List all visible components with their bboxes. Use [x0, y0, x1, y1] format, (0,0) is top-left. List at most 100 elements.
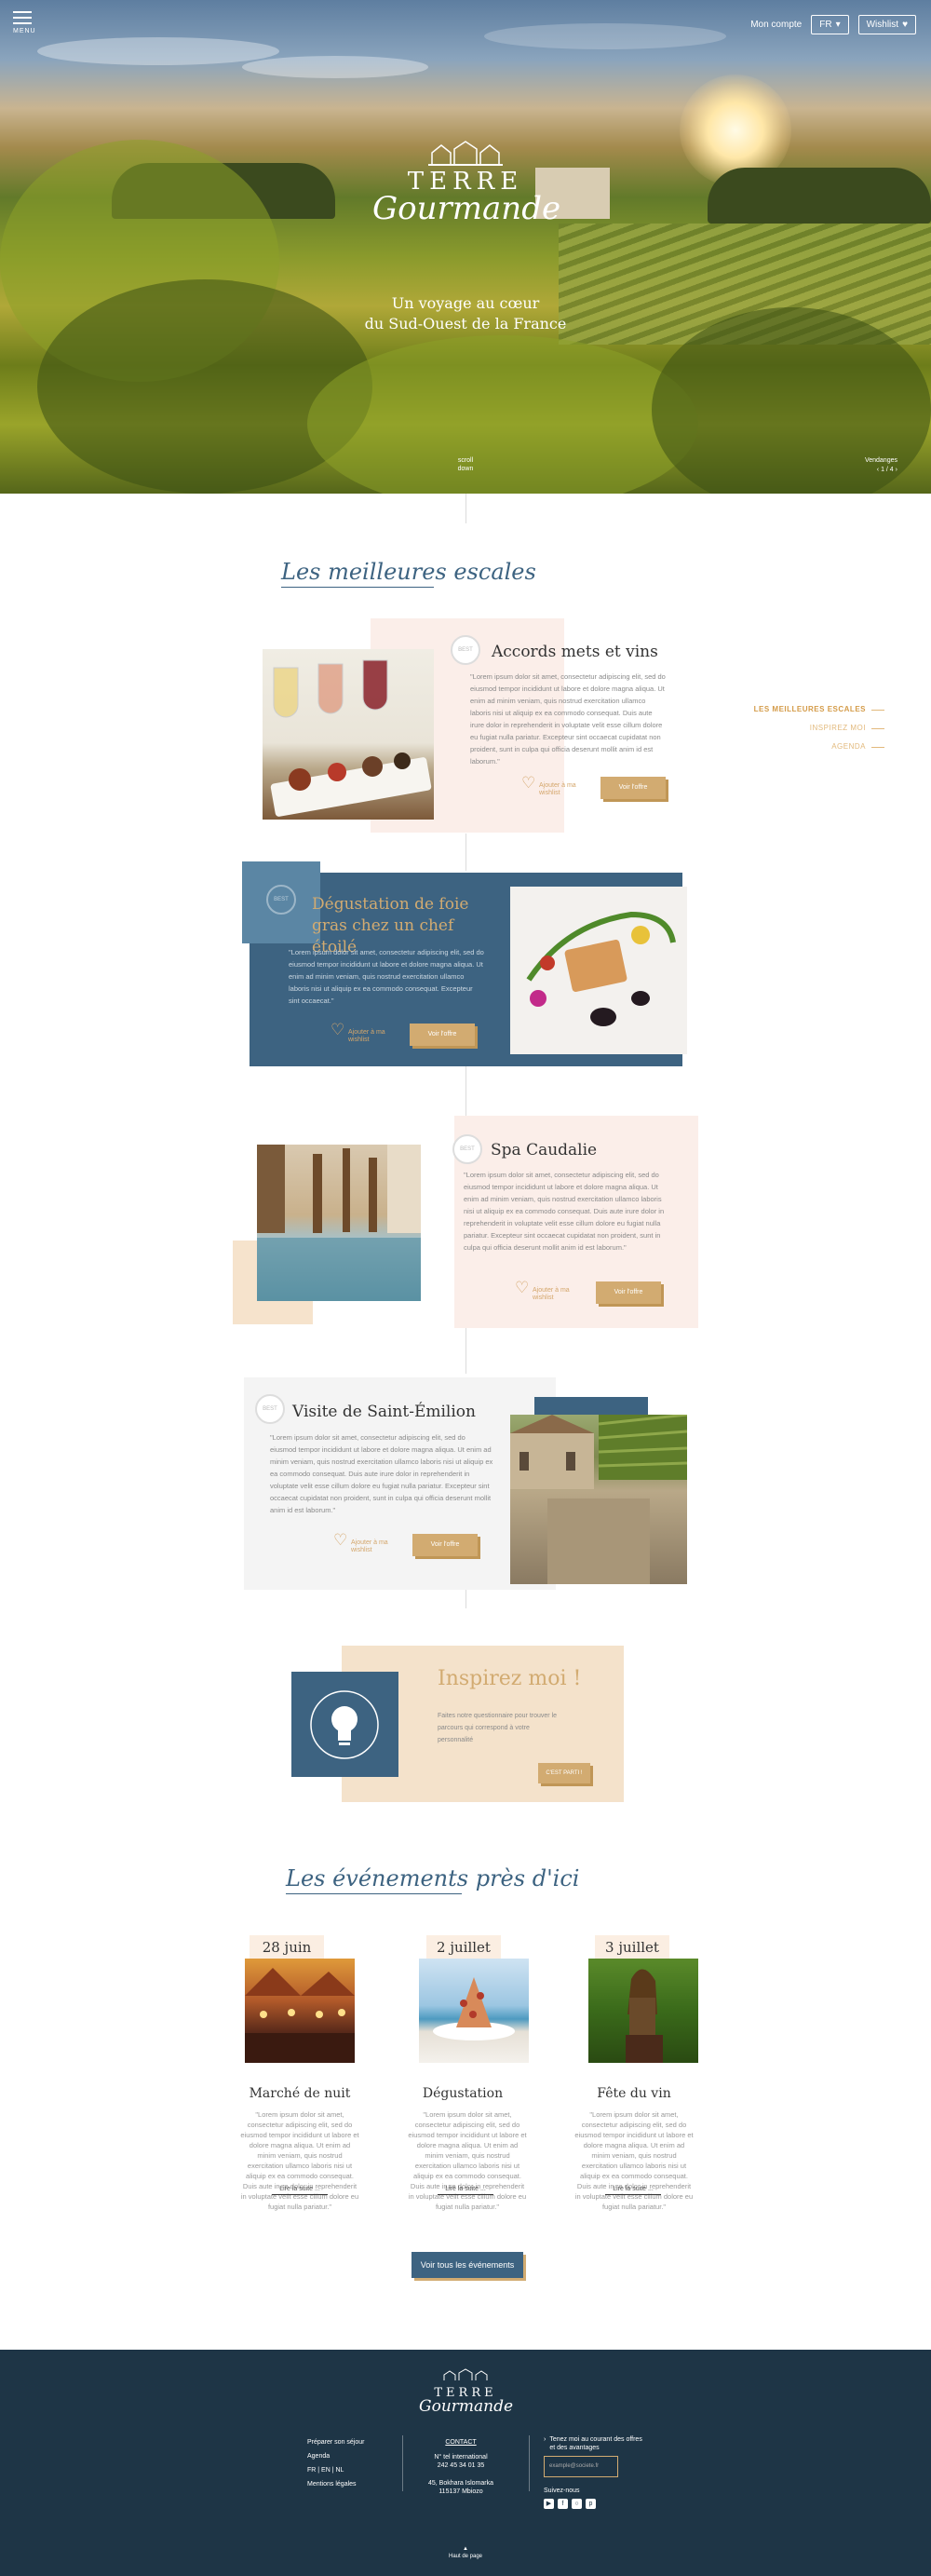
card-3-title: Spa Caudalie — [491, 1141, 598, 1159]
scroll-down-hint[interactable]: scroll down — [450, 456, 481, 473]
footer-contact: CONTACT N° tel international 242 45 34 0… — [410, 2435, 512, 2496]
inspire-title: Inspirez moi ! — [438, 1667, 582, 1690]
footer-divider — [529, 2435, 530, 2491]
event-2-read-more[interactable]: Lire la suite ... — [438, 2186, 493, 2195]
back-to-top-label: Haut de page — [448, 2554, 483, 2559]
down-label: down — [457, 466, 474, 472]
language-select[interactable]: FR ▾ — [811, 15, 849, 34]
inspire-start-button[interactable]: C'EST PARTI ! — [538, 1763, 590, 1783]
event-3-title: Fête du vin — [597, 2086, 671, 2101]
top-nav: Mon compte FR ▾ Wishlist ♥ — [750, 15, 916, 34]
event-1-photo — [245, 1959, 355, 2063]
sidenav-item-agenda[interactable]: AGENDA — [754, 738, 884, 756]
card-3-offer-button[interactable]: Voir l'offre — [596, 1281, 661, 1304]
cloud — [484, 23, 726, 49]
contact-title: CONTACT — [445, 2439, 477, 2446]
newsletter-block: › Tenez moi au courant des offres et des… — [544, 2435, 646, 2452]
event-3-photo — [588, 1959, 698, 2063]
event-1-date: 28 juin — [250, 1935, 324, 1959]
youtube-icon[interactable]: ▶ — [544, 2499, 554, 2509]
all-events-button[interactable]: Voir tous les événements — [412, 2252, 523, 2278]
newsletter-text: Tenez moi au courant des offres et des a… — [549, 2436, 642, 2451]
pinterest-icon[interactable]: p — [586, 2499, 596, 2509]
wishlist-button[interactable]: Wishlist ♥ — [857, 15, 916, 34]
language-label: FR — [819, 20, 832, 30]
house-icon — [428, 140, 503, 166]
arrow-right-icon[interactable]: › — [896, 467, 897, 473]
footer: TERRE Gourmande Préparer son séjour Agen… — [0, 2350, 931, 2576]
footer-logo[interactable]: TERRE Gourmande — [419, 2368, 513, 2416]
wishlist-label: Ajouter à ma wishlist — [539, 782, 576, 796]
footer-link-legal[interactable]: Mentions légales — [307, 2477, 364, 2491]
social-links: ▶ f ○ p — [544, 2499, 646, 2509]
slider-controls[interactable]: ‹ 1 / 4 › — [865, 466, 897, 475]
footer-newsletter: › Tenez moi au courant des offres et des… — [544, 2435, 646, 2509]
arrow-left-icon[interactable]: ‹ — [877, 467, 879, 473]
contact-phone-label: N° tel international — [434, 2454, 488, 2461]
wishlist-label: Ajouter à ma wishlist — [351, 1539, 388, 1553]
inspire-text: Faites notre questionnaire pour trouver … — [438, 1713, 558, 1743]
sidenav-label: AGENDA — [831, 742, 866, 751]
card-3-text: "Lorem ipsum dolor sit amet, consectetur… — [464, 1171, 665, 1252]
tagline-line2: du Sud-Ouest de la France — [364, 315, 567, 332]
footer-link-sejour[interactable]: Préparer son séjour — [307, 2435, 364, 2449]
chevron-up-icon: ▲ — [463, 2546, 468, 2552]
contact-phone[interactable]: 242 45 34 01 35 — [410, 2461, 512, 2470]
event-2-photo — [419, 1959, 529, 2063]
treeline — [708, 168, 931, 224]
events-title: Les événements près d'ici — [286, 1865, 579, 1894]
hamburger-icon — [13, 17, 32, 19]
menu-button[interactable]: MENU — [13, 11, 36, 34]
card-1-offer-button[interactable]: Voir l'offre — [600, 777, 666, 799]
wishlist-label: Ajouter à ma wishlist — [533, 1287, 570, 1301]
back-to-top[interactable]: ▲ Haut de page — [438, 2545, 493, 2560]
card-4-photo — [510, 1415, 687, 1584]
event-2-text: "Lorem ipsum dolor sit amet, consectetur… — [408, 2110, 527, 2211]
event-2-date: 2 juillet — [426, 1935, 501, 1959]
hero-logo: TERRE Gourmande — [372, 140, 561, 227]
sidenav-item-escales[interactable]: LES MEILLEURES ESCALES — [754, 700, 884, 719]
card-1-photo — [263, 649, 434, 820]
card-3-wishlist[interactable]: Ajouter à ma wishlist — [515, 1284, 579, 1302]
instagram-icon[interactable]: ○ — [572, 2499, 582, 2509]
escales-title: Les meilleures escales — [281, 559, 536, 588]
sidenav-label: LES MEILLEURES ESCALES — [753, 705, 866, 713]
card-1-text: "Lorem ipsum dolor sit amet, consectetur… — [470, 672, 666, 766]
best-badge: BEST — [266, 885, 296, 915]
card-1-wishlist[interactable]: Ajouter à ma wishlist — [521, 780, 586, 797]
logo-gourmande: Gourmande — [372, 190, 561, 227]
card-2-offer-button[interactable]: Voir l'offre — [410, 1024, 475, 1046]
slider-nav: Vendanges ‹ 1 / 4 › — [865, 456, 897, 475]
chevron-down-icon: ▾ — [835, 20, 841, 30]
heart-icon — [333, 1537, 347, 1553]
account-link[interactable]: Mon compte — [750, 20, 802, 30]
footer-divider — [402, 2435, 403, 2491]
inspire-icon-box — [291, 1672, 398, 1777]
wishlist-label: Wishlist — [866, 20, 899, 30]
heart-icon: ♥ — [902, 20, 908, 30]
card-2-text: "Lorem ipsum dolor sit amet, consectetur… — [289, 948, 484, 1005]
sidenav-item-inspire[interactable]: INSPIREZ MOI — [754, 719, 884, 738]
heart-icon — [515, 1284, 529, 1301]
card-4-offer-button[interactable]: Voir l'offre — [412, 1534, 478, 1556]
newsletter-email-input[interactable]: example@societe.fr — [544, 2456, 618, 2477]
event-1-read-more[interactable]: Lire la suite ... — [272, 2186, 328, 2195]
event-1-text: "Lorem ipsum dolor sit amet, consectetur… — [240, 2110, 359, 2211]
contact-address-line2: 115137 Mbiozo — [439, 2488, 483, 2495]
event-3-date: 3 juillet — [595, 1935, 669, 1959]
best-badge: BEST — [255, 1394, 285, 1424]
footer-link-agenda[interactable]: Agenda — [307, 2449, 364, 2463]
lightbulb-icon — [310, 1690, 379, 1759]
facebook-icon[interactable]: f — [558, 2499, 568, 2509]
hamburger-icon — [13, 22, 32, 24]
event-3-read-more[interactable]: Lire la suite ... — [605, 2186, 661, 2195]
tagline-line1: Un voyage au cœur — [391, 294, 540, 312]
card-4-wishlist[interactable]: Ajouter à ma wishlist — [333, 1537, 398, 1554]
card-4-text: "Lorem ipsum dolor sit amet, consectetur… — [270, 1433, 493, 1514]
slider-count: 1 / 4 — [881, 467, 894, 473]
event-3-text: "Lorem ipsum dolor sit amet, consectetur… — [574, 2110, 694, 2211]
follow-label: Suivez-nous — [544, 2488, 580, 2494]
footer-link-languages[interactable]: FR | EN | NL — [307, 2463, 364, 2477]
card-2-wishlist[interactable]: Ajouter à ma wishlist — [331, 1026, 395, 1044]
menu-label: MENU — [13, 28, 36, 34]
